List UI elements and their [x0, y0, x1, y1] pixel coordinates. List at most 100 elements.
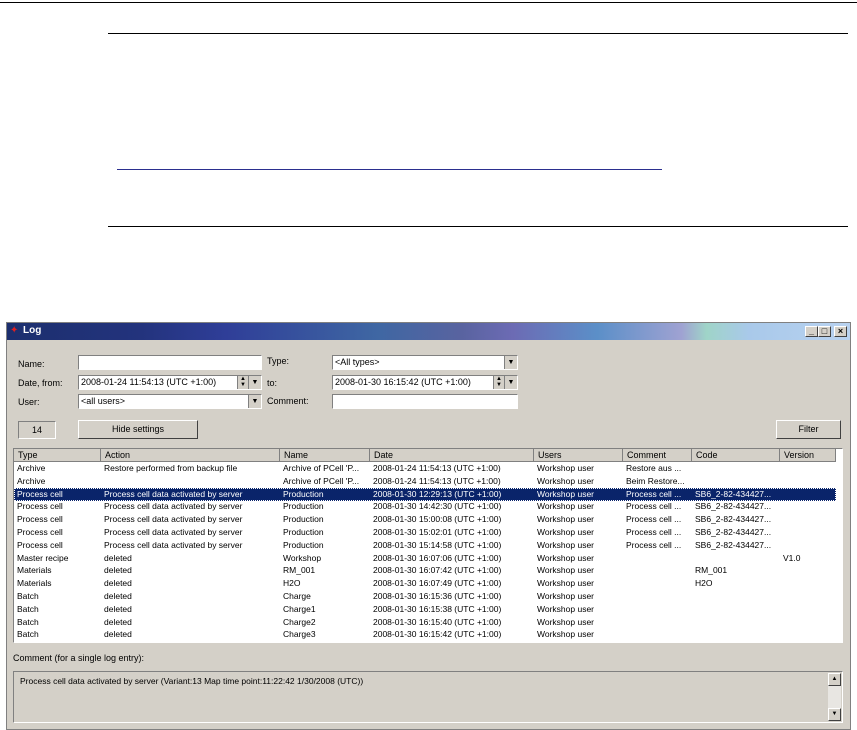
- cell-type: Archive: [17, 463, 46, 473]
- table-row[interactable]: Batch deleted Charge 2008-01-30 16:15:36 (U…: [14, 590, 836, 603]
- top-rule: [0, 2, 857, 3]
- cell-code: SB6_2-82-434427...: [695, 514, 772, 525]
- cell-users: Workshop user: [537, 552, 595, 563]
- blue-rule: [117, 169, 662, 170]
- cell-version: [783, 500, 835, 513]
- cell-comment: Process cell ...: [626, 488, 682, 499]
- table-row[interactable]: Process cell Process cell data activated …: [14, 487, 836, 501]
- name-input[interactable]: [78, 355, 262, 370]
- cell-users: Workshop user: [537, 578, 595, 589]
- comment-filter-input[interactable]: [332, 394, 518, 409]
- cell-date: 2008-01-30 15:00:08 (UTC +1:00): [373, 514, 502, 525]
- type-select[interactable]: <All types> ▼: [332, 355, 518, 370]
- cell-action: deleted: [104, 629, 132, 640]
- cell-date: 2008-01-30 15:02:01 (UTC +1:00): [373, 527, 502, 537]
- table-row[interactable]: Archive Restore performed from backup fil…: [14, 462, 836, 475]
- cell-action: [104, 475, 279, 488]
- cell-version: [783, 513, 835, 526]
- window-title: Log: [23, 325, 42, 336]
- type-label: Type:: [267, 356, 290, 366]
- cell-date: 2008-01-30 15:14:58 (UTC +1:00): [373, 539, 502, 550]
- comment-scrollbar[interactable]: ▲ ▼: [828, 673, 841, 721]
- cell-users: Workshop user: [537, 527, 595, 537]
- cell-version: [783, 577, 835, 590]
- log-table[interactable]: Type Action Name Date Users Comment Code Versio…: [13, 448, 843, 643]
- column-header-version[interactable]: Version: [780, 449, 836, 462]
- cell-name: Production: [283, 539, 324, 550]
- cell-name: Production: [283, 488, 324, 499]
- cell-version: [783, 603, 835, 616]
- table-row[interactable]: Batch deleted Charge1 2008-01-30 16:15:38 (…: [14, 603, 836, 616]
- hide-settings-button[interactable]: Hide settings: [78, 420, 198, 439]
- cell-users: Workshop user: [537, 475, 595, 486]
- cell-users: Workshop user: [537, 514, 595, 525]
- close-button[interactable]: ×: [834, 326, 847, 337]
- column-header-type[interactable]: Type: [14, 449, 101, 462]
- user-select[interactable]: <all users> ▼: [78, 394, 262, 409]
- spin-updown-icon[interactable]: ▲ ▼: [237, 376, 248, 389]
- cell-users: Workshop user: [537, 488, 595, 499]
- column-header-comment[interactable]: Comment: [623, 449, 692, 462]
- cell-type: Process cell: [17, 514, 63, 525]
- cell-type: Process cell: [17, 539, 63, 550]
- cell-date: 2008-01-30 12:29:13 (UTC +1:00): [373, 488, 502, 499]
- chevron-down-icon[interactable]: ▼: [248, 395, 261, 408]
- cell-name: Charge2: [283, 616, 316, 627]
- date-to-picker[interactable]: 2008-01-30 16:15:42 (UTC +1:00) ▲ ▼ ▼: [332, 375, 518, 390]
- date-from-picker[interactable]: 2008-01-24 11:54:13 (UTC +1:00) ▲ ▼ ▼: [78, 375, 262, 390]
- cell-type: Archive: [17, 475, 46, 486]
- table-row[interactable]: Process cell Process cell data activated …: [14, 513, 836, 526]
- cell-version: [783, 462, 835, 475]
- filter-button[interactable]: Filter: [776, 420, 841, 439]
- table-row[interactable]: Archive Archive of PCell 'P... 2008-01-24 …: [14, 475, 836, 488]
- cell-name: Charge3: [283, 629, 316, 640]
- minimize-button[interactable]: _: [805, 326, 818, 337]
- cell-type: Batch: [17, 591, 39, 601]
- cell-action: deleted: [104, 552, 132, 563]
- cell-comment: Process cell ...: [626, 539, 682, 550]
- cell-code: RM_001: [695, 565, 728, 576]
- scroll-up-icon[interactable]: ▲: [828, 673, 841, 686]
- column-header-code[interactable]: Code: [692, 449, 780, 462]
- cell-date: 2008-01-30 16:07:49 (UTC +1:00): [373, 578, 502, 589]
- chevron-down-icon[interactable]: ▼: [504, 356, 517, 369]
- maximize-button[interactable]: □: [818, 326, 831, 337]
- cell-code: [695, 590, 779, 603]
- title-bar[interactable]: ✦ Log _ □ ×: [7, 323, 850, 340]
- table-row[interactable]: Master recipe deleted Workshop 2008-01-30 1…: [14, 552, 836, 565]
- scroll-down-icon[interactable]: ▼: [828, 708, 841, 721]
- section-rule-top: [108, 33, 848, 34]
- column-header-users[interactable]: Users: [534, 449, 623, 462]
- cell-action: deleted: [104, 616, 132, 627]
- table-row[interactable]: Process cell Process cell data activated …: [14, 500, 836, 513]
- cell-code: [695, 603, 779, 616]
- chevron-down-icon[interactable]: ▼: [504, 376, 517, 389]
- cell-code: [695, 616, 779, 629]
- date-to-value: 2008-01-30 16:15:42 (UTC +1:00): [335, 377, 471, 387]
- spin-updown-icon[interactable]: ▲ ▼: [493, 376, 504, 389]
- cell-name: RM_001: [283, 565, 316, 576]
- comment-text: Process cell data activated by server (V…: [20, 676, 364, 686]
- cell-date: 2008-01-30 16:15:36 (UTC +1:00): [373, 591, 502, 601]
- cell-action: deleted: [104, 591, 132, 601]
- comment-textbox[interactable]: Process cell data activated by server (V…: [13, 671, 843, 723]
- cell-action: deleted: [104, 578, 132, 589]
- table-row[interactable]: Batch deleted Charge3 2008-01-30 16:15:42 (…: [14, 628, 836, 641]
- column-header-date[interactable]: Date: [370, 449, 534, 462]
- table-row[interactable]: Process cell Process cell data activated …: [14, 526, 836, 539]
- cell-action: deleted: [104, 565, 132, 576]
- cell-code: SB6_2-82-434427...: [695, 488, 772, 499]
- column-header-action[interactable]: Action: [101, 449, 280, 462]
- type-select-value: <All types>: [335, 357, 380, 367]
- table-row[interactable]: Materials deleted RM_001 2008-01-30 16:07:4…: [14, 564, 836, 577]
- cell-type: Materials: [17, 565, 52, 576]
- to-label: to:: [267, 378, 278, 388]
- cell-users: Workshop user: [537, 591, 595, 601]
- cell-type: Process cell: [17, 501, 63, 512]
- table-row[interactable]: Batch deleted Charge2 2008-01-30 16:15:40 (…: [14, 616, 836, 629]
- table-row[interactable]: Materials deleted H2O 2008-01-30 16:07:49 (…: [14, 577, 836, 590]
- column-header-name[interactable]: Name: [280, 449, 370, 462]
- comment-section-label: Comment (for a single log entry):: [13, 653, 145, 663]
- chevron-down-icon[interactable]: ▼: [248, 376, 261, 389]
- table-row[interactable]: Process cell Process cell data activated …: [14, 539, 836, 552]
